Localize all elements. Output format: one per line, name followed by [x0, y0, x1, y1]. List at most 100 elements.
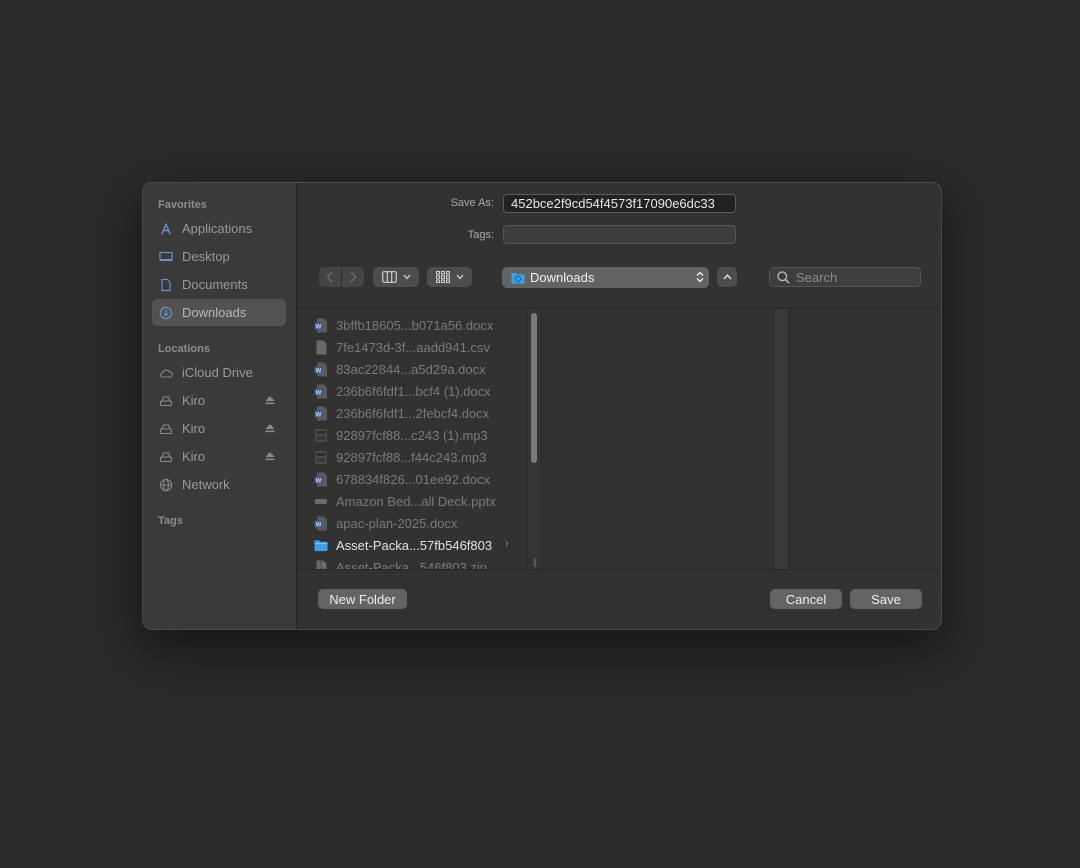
tags-header: Tags — [158, 515, 183, 527]
folder-icon — [511, 272, 525, 283]
list-item[interactable]: Asset-Packa...546f803.zip — [297, 556, 527, 569]
network-icon — [159, 478, 173, 492]
eject-icon[interactable] — [264, 450, 276, 462]
chevron-up-icon — [722, 274, 732, 280]
view-mode-button[interactable] — [373, 267, 419, 287]
columns-view-icon — [381, 271, 397, 283]
list-item[interactable]: 92897fcf88...f44c243.mp3 — [297, 446, 527, 468]
svg-text:W: W — [316, 412, 322, 418]
list-item[interactable]: Amazon Bed...all Deck.pptx — [297, 490, 527, 512]
sidebar-item-label: Applications — [182, 221, 253, 236]
word-document-icon: W — [314, 472, 328, 487]
back-button[interactable] — [319, 267, 341, 287]
sidebar-item-label: Kiro — [182, 449, 206, 464]
word-document-icon: W — [314, 516, 328, 531]
scrollbar-thumb[interactable] — [531, 313, 537, 463]
applications-icon — [159, 222, 173, 236]
sidebar-item-label: Documents — [182, 277, 248, 292]
eject-icon[interactable] — [264, 422, 276, 434]
file-name: 7fe1473d-3f...aadd941.csv — [336, 339, 490, 355]
documents-icon — [159, 278, 173, 292]
svg-text:W: W — [316, 368, 322, 374]
chevron-right-icon — [350, 271, 357, 283]
cloud-icon — [159, 366, 173, 380]
desktop-icon — [159, 250, 173, 264]
sidebar-item-label: Network — [182, 477, 230, 492]
group-button[interactable] — [427, 267, 472, 287]
list-item[interactable]: W 236b6f6fdf1...2febcf4.docx — [297, 402, 527, 424]
sidebar-item-label: Kiro — [182, 393, 206, 408]
tags-label: Tags: — [467, 229, 494, 241]
search-field[interactable]: Search — [769, 267, 921, 287]
word-document-icon: W — [314, 406, 328, 421]
drive-icon — [159, 422, 173, 436]
list-item[interactable]: 92897fcf88...c243 (1).mp3 — [297, 424, 527, 446]
sidebar-item-kiro-2[interactable]: Kiro — [152, 415, 286, 442]
svg-text:W: W — [316, 478, 322, 484]
save-as-label: Save As: — [450, 197, 494, 209]
list-item[interactable]: 7fe1473d-3f...aadd941.csv — [297, 336, 527, 358]
divider — [297, 569, 941, 570]
document-icon — [314, 340, 328, 355]
file-name: 92897fcf88...f44c243.mp3 — [336, 449, 487, 465]
save-button[interactable]: Save — [850, 589, 922, 609]
location-label: Downloads — [530, 270, 595, 285]
save-as-field[interactable]: 452bce2f9cd54f4573f17090e6dc33 — [503, 194, 736, 213]
sidebar-item-label: iCloud Drive — [182, 365, 253, 380]
file-name: 92897fcf88...c243 (1).mp3 — [336, 427, 488, 443]
file-column: W 3bffb18605...b071a56.docx 7fe1473d-3f.… — [297, 309, 542, 569]
list-item[interactable]: W 3bffb18605...b071a56.docx — [297, 314, 527, 336]
file-browser: W 3bffb18605...b071a56.docx 7fe1473d-3f.… — [297, 309, 941, 569]
file-name: Asset-Packa...546f803.zip — [336, 559, 488, 570]
folder-icon — [314, 538, 328, 553]
nav-buttons — [318, 267, 365, 287]
file-name: 236b6f6fdf1...2febcf4.docx — [336, 405, 490, 421]
sidebar-item-label: Kiro — [182, 421, 206, 436]
file-name: 236b6f6fdf1...bcf4 (1).docx — [336, 383, 491, 399]
location-popup[interactable]: Downloads — [502, 267, 709, 288]
sidebar-item-downloads[interactable]: Downloads — [152, 299, 286, 326]
drive-icon — [159, 394, 173, 408]
column-divider — [541, 309, 542, 569]
file-name: Amazon Bed...all Deck.pptx — [336, 493, 496, 509]
sidebar-item-icloud-drive[interactable]: iCloud Drive — [152, 359, 286, 386]
save-dialog: Favorites Applications Desktop Documents… — [142, 182, 942, 630]
sidebar-item-kiro-3[interactable]: Kiro — [152, 443, 286, 470]
forward-button[interactable] — [342, 267, 364, 287]
list-item[interactable]: W 83ac22844...a5d29a.docx — [297, 358, 527, 380]
grid-icon — [435, 271, 450, 283]
list-item-folder[interactable]: Asset-Packa...57fb546f803 › — [297, 534, 527, 556]
list-item[interactable]: W 236b6f6fdf1...bcf4 (1).docx — [297, 380, 527, 402]
chevron-down-icon — [456, 274, 463, 280]
chevron-left-icon — [326, 271, 333, 283]
drive-icon — [159, 450, 173, 464]
file-name: 83ac22844...a5d29a.docx — [336, 361, 486, 377]
main-panel: Save As: 452bce2f9cd54f4573f17090e6dc33 … — [297, 183, 941, 629]
sidebar-item-documents[interactable]: Documents — [152, 271, 286, 298]
svg-text:W: W — [316, 522, 322, 528]
sidebar-item-desktop[interactable]: Desktop — [152, 243, 286, 270]
downloads-icon — [159, 306, 173, 320]
sidebar-item-kiro-1[interactable]: Kiro — [152, 387, 286, 414]
word-document-icon: W — [314, 318, 328, 333]
file-name: apac-plan-2025.docx — [336, 515, 458, 531]
word-document-icon: W — [314, 384, 328, 399]
svg-text:W: W — [316, 390, 322, 396]
chevron-down-icon — [403, 274, 410, 280]
cancel-button[interactable]: Cancel — [770, 589, 842, 609]
collapse-button[interactable] — [717, 267, 737, 287]
eject-icon[interactable] — [264, 394, 276, 406]
list-item[interactable]: W apac-plan-2025.docx — [297, 512, 527, 534]
list-item[interactable]: W 678834f826...01ee92.docx — [297, 468, 527, 490]
preview-column-divider — [773, 309, 789, 569]
sidebar-item-network[interactable]: Network — [152, 471, 286, 498]
tags-field[interactable] — [503, 225, 736, 244]
sidebar-item-applications[interactable]: Applications — [152, 215, 286, 242]
sidebar-item-label: Downloads — [182, 305, 247, 320]
new-folder-button[interactable]: New Folder — [318, 589, 407, 609]
word-document-icon: W — [314, 362, 328, 377]
presentation-file-icon — [314, 494, 328, 509]
column-resize-handle[interactable]: || — [533, 557, 537, 567]
sidebar-item-label: Desktop — [182, 249, 230, 264]
file-name: 3bffb18605...b071a56.docx — [336, 317, 494, 333]
